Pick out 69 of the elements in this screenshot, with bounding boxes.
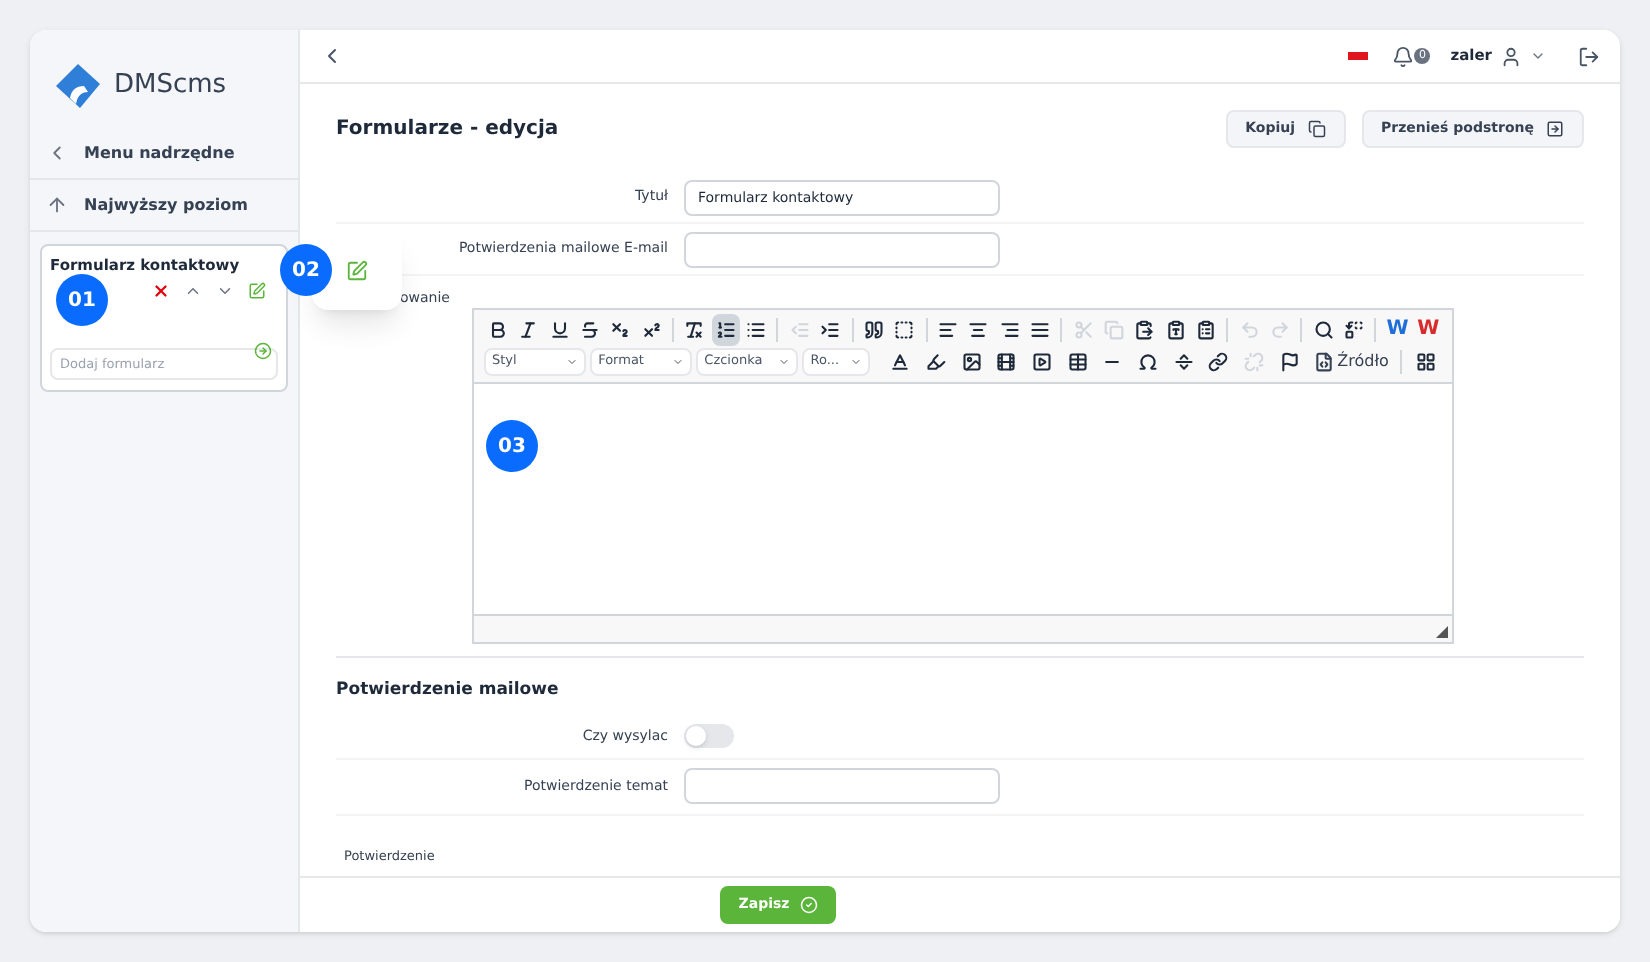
text-field[interactable] bbox=[684, 231, 1000, 267]
underline-icon bbox=[549, 319, 570, 339]
highlighter-icon bbox=[926, 351, 947, 371]
align-left-icon bbox=[937, 319, 958, 339]
user-icon[interactable] bbox=[1500, 45, 1522, 67]
logout-icon[interactable] bbox=[1578, 45, 1600, 67]
arrow-up-icon bbox=[46, 194, 68, 216]
caret-icon bbox=[566, 355, 579, 367]
toolbar-button[interactable] bbox=[711, 313, 740, 345]
page-title: Formularze - edycja bbox=[336, 115, 561, 143]
image-icon bbox=[961, 351, 982, 371]
video-icon bbox=[1032, 351, 1053, 371]
redo-icon bbox=[1269, 319, 1290, 339]
align-right-icon bbox=[999, 319, 1020, 339]
replace-icon bbox=[1344, 319, 1365, 339]
delete-icon[interactable] bbox=[152, 281, 170, 300]
justify-icon bbox=[1029, 319, 1050, 339]
flag-icon[interactable] bbox=[1348, 52, 1369, 60]
clear-format-icon bbox=[684, 319, 705, 339]
spellcheck-button[interactable]: W bbox=[1383, 313, 1412, 345]
chevron-down-icon[interactable] bbox=[1530, 48, 1546, 64]
bell-icon[interactable] bbox=[1392, 45, 1415, 67]
scissors-icon bbox=[1073, 319, 1094, 339]
caret-icon bbox=[672, 355, 685, 367]
omega-icon bbox=[1138, 351, 1159, 371]
paste-text-icon bbox=[1165, 319, 1186, 339]
check-icon bbox=[799, 896, 818, 914]
arrow-box-icon bbox=[1546, 119, 1564, 137]
edit-icon[interactable] bbox=[346, 259, 368, 281]
page-break-icon bbox=[1173, 351, 1194, 371]
undo-icon bbox=[1239, 319, 1260, 339]
caret-icon bbox=[849, 355, 862, 367]
source-button[interactable]: Źródło bbox=[1309, 345, 1393, 377]
bold-icon bbox=[487, 319, 508, 339]
logo-text: DMScms bbox=[114, 67, 227, 104]
dashed-box-icon bbox=[894, 319, 915, 339]
unlink-icon bbox=[1244, 351, 1265, 371]
paste-icon bbox=[1134, 319, 1155, 339]
numbered-list-icon bbox=[715, 319, 736, 339]
flag-icon bbox=[1279, 351, 1300, 371]
subscript-icon bbox=[610, 319, 631, 339]
section-title: Potwierdzenie mailowe bbox=[336, 678, 561, 704]
text-color-icon bbox=[890, 351, 911, 371]
superscript-icon bbox=[641, 319, 662, 339]
sidebar-item[interactable]: Najwyższy poziom bbox=[30, 180, 298, 232]
link-icon bbox=[1208, 351, 1229, 371]
logo-icon bbox=[54, 61, 102, 109]
indent-icon bbox=[820, 319, 841, 339]
copy-icon bbox=[1103, 319, 1124, 339]
blocks-icon bbox=[1416, 351, 1437, 371]
film-icon bbox=[996, 351, 1017, 371]
copy-icon bbox=[1307, 119, 1326, 137]
edit-icon[interactable] bbox=[248, 281, 266, 300]
paste-list-icon bbox=[1195, 319, 1216, 339]
italic-icon bbox=[518, 319, 539, 339]
table-icon bbox=[1067, 351, 1088, 371]
source-icon bbox=[1313, 351, 1334, 371]
toggle-switch[interactable] bbox=[684, 724, 734, 749]
strikethrough-icon bbox=[579, 319, 600, 339]
bullet-list-icon bbox=[746, 319, 767, 339]
search-icon bbox=[1313, 319, 1334, 339]
resize-grip-icon[interactable] bbox=[1436, 626, 1448, 638]
quote-icon bbox=[863, 319, 884, 339]
text-field[interactable] bbox=[684, 768, 1000, 805]
outdent-icon bbox=[789, 319, 810, 339]
sidebar-item[interactable]: Menu nadrzędne bbox=[30, 128, 298, 180]
spellcheck-button[interactable]: W bbox=[1414, 313, 1442, 345]
align-center-icon bbox=[968, 319, 989, 339]
caret-icon bbox=[778, 355, 791, 367]
